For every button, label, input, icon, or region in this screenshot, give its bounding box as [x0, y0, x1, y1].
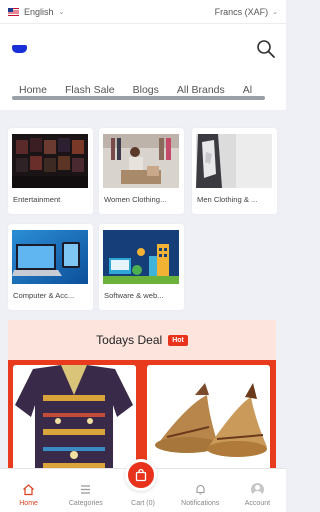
category-image [12, 134, 88, 188]
category-card-entertainment[interactable]: Entertainment [8, 128, 93, 214]
category-label: Women Clothing... [104, 195, 167, 204]
category-card-men-clothing[interactable]: Men Clothing & ... [192, 128, 277, 214]
bottom-nav-label: Account [244, 500, 271, 507]
category-image [12, 230, 88, 284]
bottom-nav-notifications[interactable]: Notifications [172, 469, 229, 512]
chevron-down-icon: ⌄ [58, 8, 65, 16]
logo[interactable] [12, 45, 27, 53]
category-label: Men Clothing & ... [197, 195, 258, 204]
search-button[interactable] [256, 39, 276, 59]
bottom-nav-label: Categories [68, 500, 103, 507]
category-card-women-clothing[interactable]: Women Clothing... [99, 128, 184, 214]
cart-button[interactable] [125, 459, 157, 491]
tabs-scrollbar[interactable] [12, 96, 265, 100]
bell-icon [196, 484, 205, 495]
bottom-nav-label: Notifications [181, 500, 220, 507]
bottom-nav-label: Home [19, 500, 38, 507]
header [0, 24, 286, 74]
tab-flash-sale[interactable]: Flash Sale [56, 84, 124, 96]
avatar [250, 483, 264, 496]
bottom-nav-account[interactable]: Account [229, 469, 286, 512]
bottom-nav-categories[interactable]: Categories [57, 469, 114, 512]
tab-all-brands[interactable]: All Brands [168, 84, 234, 96]
tab-home[interactable]: Home [10, 84, 56, 96]
currency-label: Francs (XAF) [214, 6, 269, 17]
language-label: English [24, 6, 54, 17]
list-icon [81, 485, 91, 494]
language-selector[interactable]: English ⌄ [8, 7, 64, 17]
top-bar: English ⌄ Francs (XAF) ⌄ [0, 0, 286, 24]
tab-all[interactable]: Al [234, 84, 261, 96]
category-label: Computer & Acc... [13, 291, 75, 300]
search-icon [257, 40, 275, 58]
category-image [103, 134, 179, 188]
bottom-nav-label: Cart (0) [131, 500, 155, 507]
home-icon [23, 484, 34, 496]
nav-tabs: Home Flash Sale Blogs All Brands Al [0, 74, 286, 110]
category-image [196, 134, 272, 188]
category-card-computer-accessories[interactable]: Computer & Acc... [8, 224, 93, 310]
bottom-nav-home[interactable]: Home [0, 469, 57, 512]
currency-selector[interactable]: Francs (XAF) ⌄ [215, 7, 278, 17]
deal-title: Todays Deal [96, 333, 163, 347]
shopping-bag-icon [135, 468, 147, 482]
us-flag-icon [8, 7, 19, 16]
category-label: Entertainment [13, 195, 61, 204]
category-image [103, 230, 179, 284]
category-label: Software & web... [104, 291, 164, 300]
chevron-down-icon: ⌄ [272, 8, 278, 16]
tab-blogs[interactable]: Blogs [124, 84, 168, 96]
category-card-software-web[interactable]: Software & web... [99, 224, 184, 310]
hot-badge: Hot [168, 334, 188, 346]
